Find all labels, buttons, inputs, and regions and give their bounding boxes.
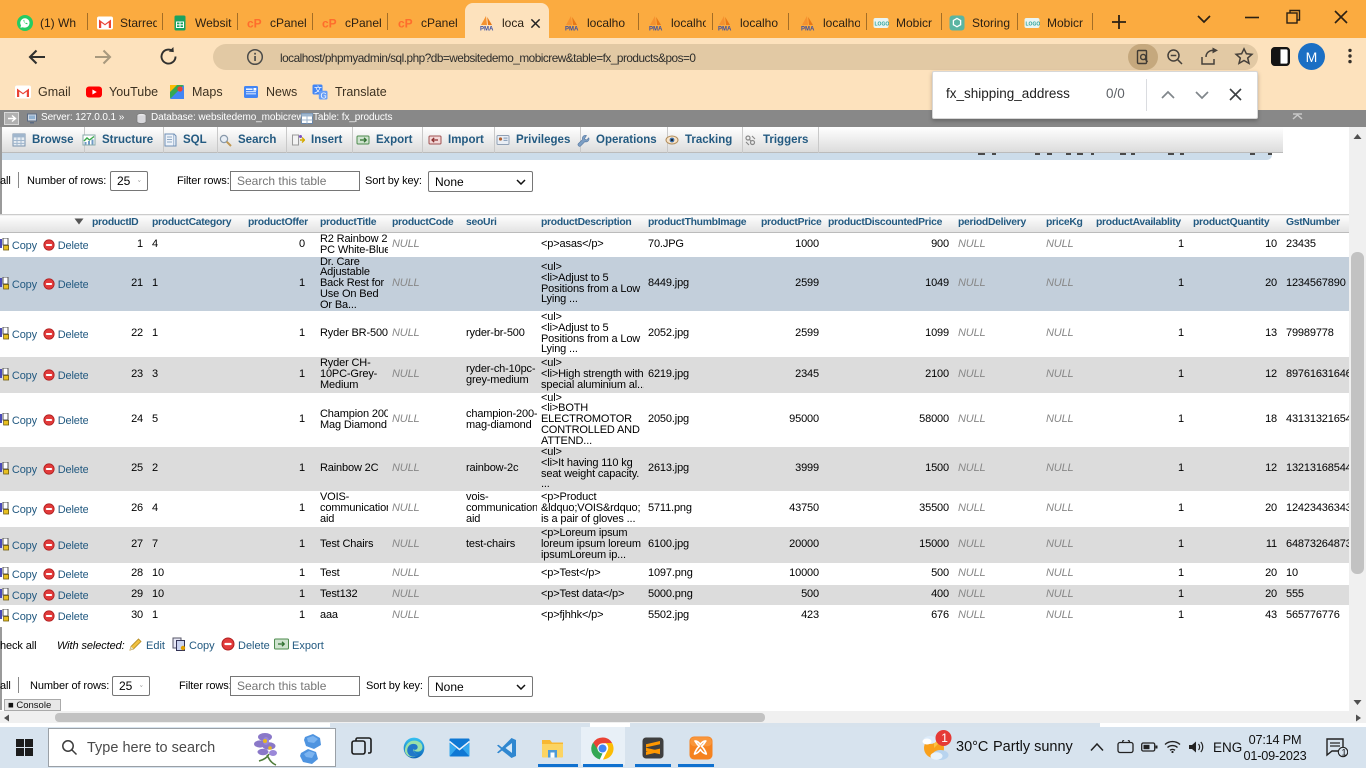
svg-text:PMA: PMA [480,27,494,32]
svg-text:LOGO: LOGO [875,22,890,28]
svg-text:PMA: PMA [649,27,663,32]
svg-text:LOGO: LOGO [1026,22,1041,28]
svg-text:cP: cP [247,17,262,31]
svg-text:PMA: PMA [718,27,732,32]
svg-text:PMA: PMA [801,27,815,32]
svg-text:cP: cP [322,17,337,31]
svg-text:1: 1 [1342,748,1347,758]
svg-text:G: G [321,91,327,100]
svg-text:cP: cP [398,17,413,31]
svg-text:1: 1 [941,731,948,745]
svg-text:PMA: PMA [565,27,579,32]
